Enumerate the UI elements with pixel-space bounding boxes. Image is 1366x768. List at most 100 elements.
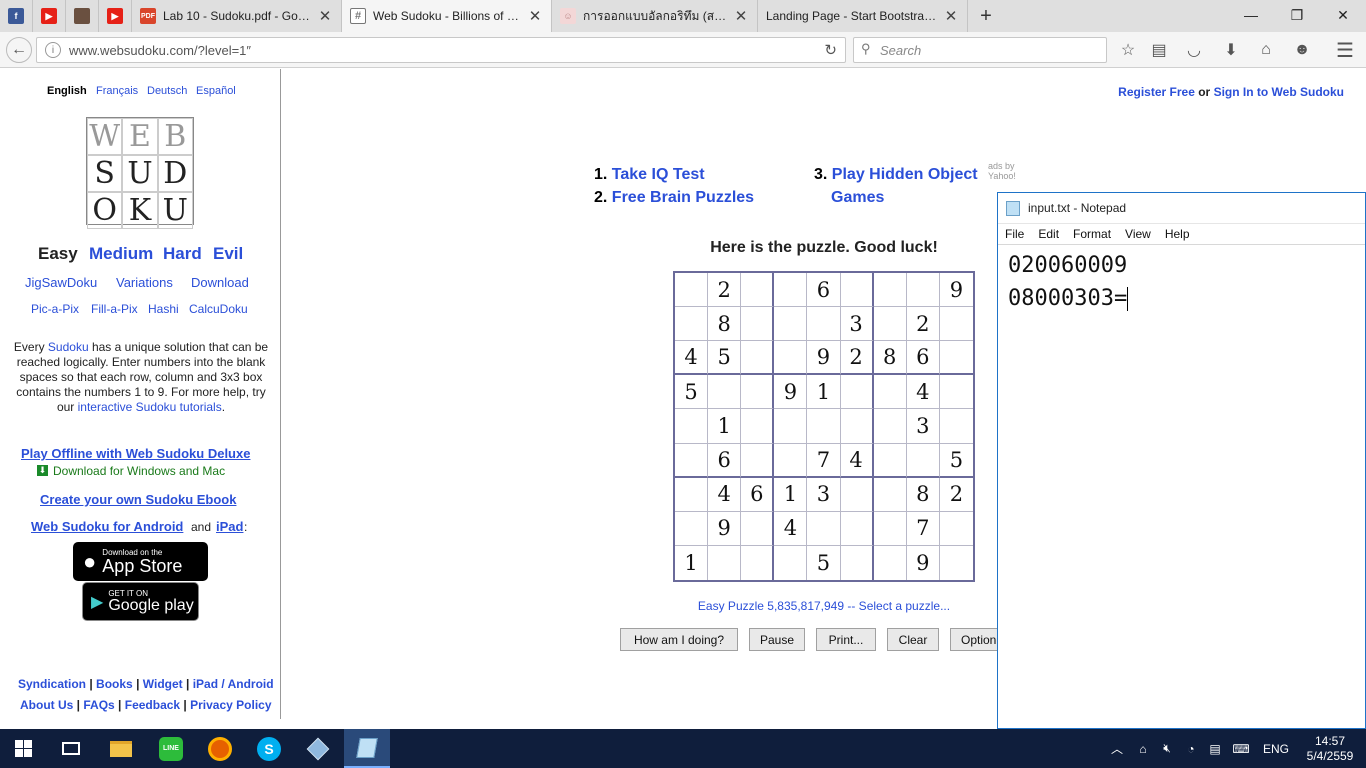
print-button[interactable]: Print... [816,628,876,651]
pinned-tab-facebook[interactable]: f [0,0,33,32]
widget-link[interactable]: Widget [143,677,183,691]
sudoku-cell-input[interactable] [906,443,940,478]
calcudoku-link[interactable]: CalcuDoku [189,302,248,316]
sudoku-cell-input[interactable] [741,341,775,376]
close-tab-icon[interactable]: ✕ [733,7,749,25]
notepad-taskbar-button[interactable] [344,729,390,768]
language-francais[interactable]: Français [96,85,138,97]
address-bar[interactable]: i www.websudoku.com/?level=1″ ↻ [36,37,846,63]
sudoku-cell-input[interactable] [873,477,907,512]
minimize-button[interactable]: — [1228,0,1274,30]
task-view-button[interactable] [48,729,94,768]
feedback-link[interactable]: Feedback [125,698,180,712]
sudoku-cell-input[interactable] [939,409,973,444]
privacy-policy-link[interactable]: Privacy Policy [190,698,271,712]
sudoku-cell-input[interactable] [675,307,709,342]
sudoku-cell-input[interactable] [741,409,775,444]
ipad-link[interactable]: iPad [216,519,243,534]
menu-icon[interactable]: ☰ [1332,37,1358,63]
how-am-i-doing-button[interactable]: How am I doing? [620,628,738,651]
sign-in-link[interactable]: Sign In to Web Sudoku [1214,85,1344,99]
sudoku-cell-input[interactable] [939,307,973,342]
sudoku-cell-input[interactable] [906,273,940,308]
android-link[interactable]: Web Sudoku for Android [31,519,183,534]
pinned-tab-youtube-2[interactable]: ▶ [99,0,132,32]
pause-button[interactable]: Pause [749,628,805,651]
sudoku-cell-input[interactable] [741,375,775,410]
info-icon[interactable]: i [45,42,61,58]
menu-format[interactable]: Format [1066,227,1118,241]
sudoku-link[interactable]: Sudoku [48,340,89,354]
sudoku-cell-input[interactable] [807,511,841,546]
tab-algorithm-design[interactable]: ☺ การออกแบบอัลกอริทึม (สม... ✕ [552,0,758,32]
sudoku-cell-input[interactable] [939,512,973,546]
sudoku-cell-input[interactable] [774,545,808,580]
downloads-icon[interactable]: ⬇ [1218,37,1244,63]
sudoku-cell-input[interactable] [708,545,742,580]
firefox-button[interactable] [197,729,243,768]
sudoku-cell-input[interactable] [940,546,973,580]
sudoku-cell-input[interactable] [741,545,775,580]
sudoku-cell-input[interactable] [675,273,709,308]
app-store-badge[interactable]: ● Download on the App Store [73,542,208,581]
google-play-badge[interactable]: ▶ GET IT ON Google play [82,582,199,621]
register-link[interactable]: Register Free [1118,85,1195,99]
tutorials-link[interactable]: interactive Sudoku tutorials [78,400,222,414]
menu-edit[interactable]: Edit [1031,227,1066,241]
sudoku-cell-input[interactable] [774,443,808,478]
sudoku-cell-input[interactable] [807,307,841,342]
smiley-icon[interactable]: ☻ [1289,37,1315,63]
puzzle-caption[interactable]: Easy Puzzle 5,835,817,949 -- Select a pu… [640,599,1008,613]
sudoku-cell-input[interactable] [840,375,874,410]
sudoku-cell-input[interactable] [840,511,874,546]
create-ebook-link[interactable]: Create your own Sudoku Ebook [40,492,236,507]
menu-view[interactable]: View [1118,227,1158,241]
sudoku-cell-input[interactable] [675,443,709,478]
notepad-text-area[interactable]: 020060009 08000303= [998,245,1365,319]
sudoku-cell-input[interactable] [774,307,808,342]
options-button[interactable]: Option [950,628,997,651]
sudoku-cell-input[interactable] [939,341,973,376]
sudoku-cell-input[interactable] [873,273,907,308]
ad-link[interactable]: 3. Play Hidden Object [814,166,978,184]
sudoku-cell-input[interactable] [774,409,808,444]
close-tab-icon[interactable]: ✕ [943,7,959,25]
home-icon[interactable]: ⌂ [1253,37,1279,63]
sudoku-cell-input[interactable] [873,409,907,444]
tab-lab10-pdf[interactable]: PDF Lab 10 - Sudoku.pdf - Goo... ✕ [132,0,342,32]
maximize-button[interactable]: ❐ [1274,0,1320,30]
ad-link[interactable]: 2. Free Brain Puzzles [594,189,754,207]
reload-icon[interactable]: ↻ [824,41,837,59]
search-input[interactable]: ⚲ Search [853,37,1107,63]
web-sudoku-logo[interactable]: W E B S U D O K U [86,117,194,229]
sudoku-cell-input[interactable] [741,443,775,478]
sudoku-cell-input[interactable] [939,375,973,410]
sudoku-cell-input[interactable] [675,477,709,512]
sudoku-cell-input[interactable] [873,375,907,410]
pinned-tab-youtube-1[interactable]: ▶ [33,0,66,32]
sudoku-cell-input[interactable] [873,511,907,546]
sudoku-cell-input[interactable] [675,511,709,546]
sudoku-cell-input[interactable] [840,409,874,444]
level-medium-link[interactable]: Medium [89,244,153,264]
line-app-button[interactable]: LINE [148,729,194,768]
sudoku-cell-input[interactable] [840,273,874,308]
new-tab-button[interactable]: + [968,0,1004,32]
faqs-link[interactable]: FAQs [83,698,114,712]
books-link[interactable]: Books [96,677,133,691]
tab-landing-page[interactable]: Landing Page - Start Bootstrap... ✕ [758,0,968,32]
back-button[interactable]: ← [6,37,32,63]
skype-button[interactable]: S [246,729,292,768]
hashi-link[interactable]: Hashi [148,302,179,316]
download-windows-mac-link[interactable]: Download for Windows and Mac [53,464,225,478]
ad-link[interactable]: 1. Take IQ Test [594,166,705,184]
input-language[interactable]: ENG [1258,729,1294,768]
sudoku-cell-input[interactable] [774,341,808,376]
variations-link[interactable]: Variations [116,275,173,290]
pocket-icon[interactable]: ◡ [1181,37,1207,63]
menu-help[interactable]: Help [1158,227,1197,241]
close-tab-icon[interactable]: ✕ [317,7,333,25]
bookmark-star-icon[interactable]: ☆ [1115,37,1141,63]
sudoku-cell-input[interactable] [807,409,841,444]
start-button[interactable] [0,729,46,768]
